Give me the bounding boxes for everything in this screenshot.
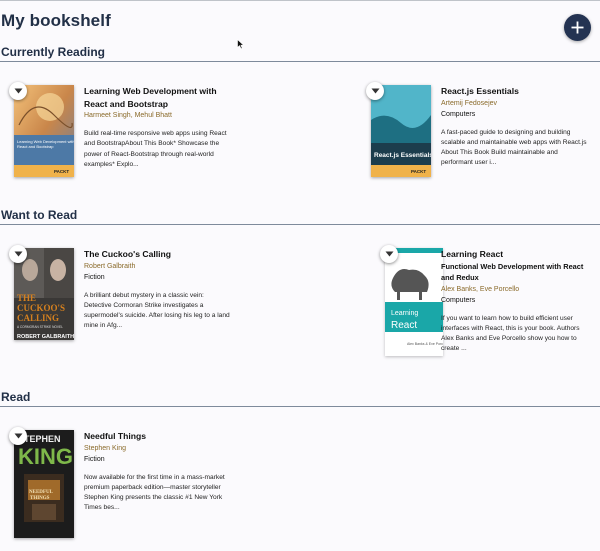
book-description: Build real-time responsive web apps usin… [84,130,227,168]
svg-text:NEEDFUL: NEEDFUL [29,490,54,495]
cover-image: THE CUCKOO'S CALLING A CORMORAN STRIKE N… [14,248,74,340]
book-cover[interactable]: STEPHEN KING NEEDFUL THINGS [9,427,74,538]
book-authors: Robert Galbraith [84,262,136,270]
app-header: My bookshelf [0,1,600,43]
book-category: Fiction [84,455,105,463]
book-category: Fiction [84,273,105,281]
shelf-divider [0,61,600,62]
shelf-title: Want to Read [1,208,78,222]
book-description: Now available for the first time in a ma… [84,473,225,512]
shelf-title: Read [1,390,31,404]
add-book-button[interactable] [564,14,591,41]
triangle-down-icon [371,88,379,94]
shelf-changer-button[interactable] [366,82,384,100]
cover-image: Learning Web Development with React and … [14,85,74,177]
book-authors: Harmeet Singh, Mehul Bhatt [84,112,172,119]
book-info: React.js Essentials Artemij Fedosejev Co… [441,85,591,169]
svg-text:Learning: Learning [391,310,418,317]
svg-text:Alex Banks & Eve Porcello: Alex Banks & Eve Porcello [407,342,443,346]
shelf-changer-button[interactable] [9,82,27,100]
svg-text:PACKT: PACKT [411,169,426,174]
book-description: A fast-paced guide to designing and buil… [441,128,587,167]
shelf-changer-button[interactable] [9,427,27,445]
shelf-changer-button[interactable] [380,245,398,263]
book-cover[interactable]: Learning Web Development with React and … [9,82,74,177]
svg-text:React.js Essentials: React.js Essentials [374,152,431,159]
book-title[interactable]: Learning React [441,248,591,261]
svg-text:React and Bootstrap: React and Bootstrap [17,144,54,149]
cover-image: React.js Essentials PACKT [371,85,431,177]
book-description: A brilliant debut mystery in a classic v… [84,291,230,330]
book-title[interactable]: The Cuckoo's Calling [84,248,234,261]
book-title[interactable]: React.js Essentials [441,85,591,98]
book-info: Learning React Functional Web Developmen… [441,248,591,355]
book-info: The Cuckoo's Calling Robert Galbraith Fi… [84,248,234,332]
book-title[interactable]: Needful Things [84,430,234,443]
shelf-changer-button[interactable] [9,245,27,263]
plus-icon [571,21,584,34]
book-authors: Artemij Fedosejev [441,99,498,107]
svg-text:CUCKOO'S: CUCKOO'S [17,303,65,313]
svg-text:KING: KING [18,444,73,469]
mouse-pointer-icon [237,39,245,50]
svg-text:A CORMORAN STRIKE NOVEL: A CORMORAN STRIKE NOVEL [17,325,63,329]
book-authors: Alex Banks, Eve Porcello [441,285,520,293]
svg-text:CALLING: CALLING [17,313,59,323]
triangle-down-icon [14,251,22,257]
triangle-down-icon [14,433,22,439]
book-info: Learning Web Development with React and … [84,85,234,170]
book-authors: Stephen King [84,444,127,452]
shelf-divider [0,224,600,225]
book-category: Computers [441,110,476,118]
book-info: Needful Things Stephen King Fiction Now … [84,430,234,514]
triangle-down-icon [14,88,22,94]
svg-text:THE: THE [17,293,36,303]
shelf-divider [0,406,600,407]
cover-image: STEPHEN KING NEEDFUL THINGS [14,430,74,538]
book-cover[interactable]: THE CUCKOO'S CALLING A CORMORAN STRIKE N… [9,245,74,340]
book-cover[interactable]: Learning React Alex Banks & Eve Porcello [371,245,443,356]
svg-text:ROBERT GALBRAITH: ROBERT GALBRAITH [17,334,74,340]
svg-text:THINGS: THINGS [30,496,50,501]
book-description: If you want to learn how to build effici… [441,314,580,353]
book-cover[interactable]: React.js Essentials PACKT [366,82,431,177]
book-title[interactable]: Learning Web Development with React and … [84,85,234,110]
book-category: Computers [441,296,476,304]
svg-text:React: React [391,320,417,331]
triangle-down-icon [385,251,393,257]
svg-text:PACKT: PACKT [54,169,69,174]
page-title: My bookshelf [1,11,111,30]
shelf-title: Currently Reading [1,45,106,59]
book-subtitle: Functional Web Development with React an… [441,261,584,283]
cover-image: Learning React Alex Banks & Eve Porcello [385,248,443,356]
